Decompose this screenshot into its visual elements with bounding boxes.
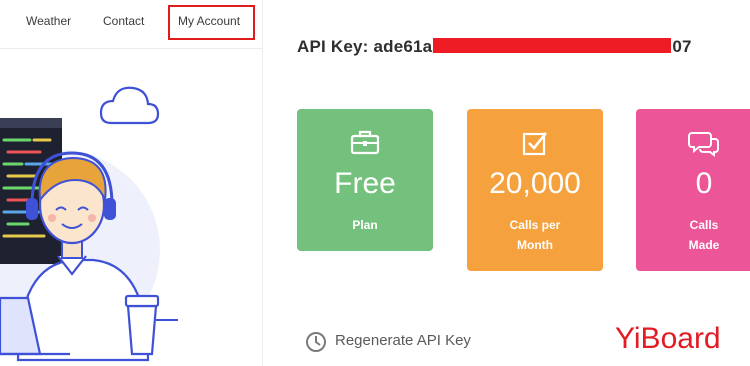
- calls-made-value: 0: [695, 167, 713, 200]
- nav-item-contact[interactable]: Contact: [103, 14, 144, 28]
- checkbox-icon: [522, 132, 548, 156]
- vertical-divider: [262, 0, 263, 366]
- nav-item-weather[interactable]: Weather: [26, 14, 71, 28]
- yiboard-watermark: YiBoard: [615, 322, 721, 356]
- watermark-text: YiBoard: [615, 322, 721, 355]
- regenerate-label: Regenerate API Key: [335, 332, 471, 349]
- calls-made-label-line2: Made: [688, 238, 720, 252]
- chat-bubbles-icon: [688, 132, 719, 157]
- api-key-prefix: ade61a: [373, 37, 433, 56]
- calls-per-month-value: 20,000: [489, 167, 581, 200]
- calls-made-label-line1: Calls: [689, 218, 719, 232]
- plan-label-line1: Plan: [352, 218, 378, 232]
- developer-illustration: [0, 86, 178, 362]
- top-nav: Weather Contact My Account: [0, 0, 262, 49]
- plan-card: Free Plan: [297, 109, 433, 251]
- highlight-box: [168, 5, 255, 40]
- plan-value: Free: [334, 167, 396, 200]
- calls-per-month-label: Calls per Month: [467, 215, 603, 255]
- clock-icon: [306, 332, 326, 352]
- api-key-label: API Key:: [297, 37, 369, 56]
- calls-made-label: Calls Made: [636, 215, 750, 255]
- briefcase-icon: [350, 130, 380, 155]
- calls-per-month-label-line1: Calls per: [509, 218, 561, 232]
- api-key-suffix: 07: [672, 37, 692, 56]
- plan-label: Plan: [297, 215, 433, 235]
- redaction-bar: [433, 38, 672, 53]
- api-key-line: API Key: ade61a 07: [297, 37, 692, 57]
- calls-per-month-label-line2: Month: [517, 238, 553, 252]
- calls-made-card: 0 Calls Made: [636, 109, 750, 271]
- calls-per-month-card: 20,000 Calls per Month: [467, 109, 603, 271]
